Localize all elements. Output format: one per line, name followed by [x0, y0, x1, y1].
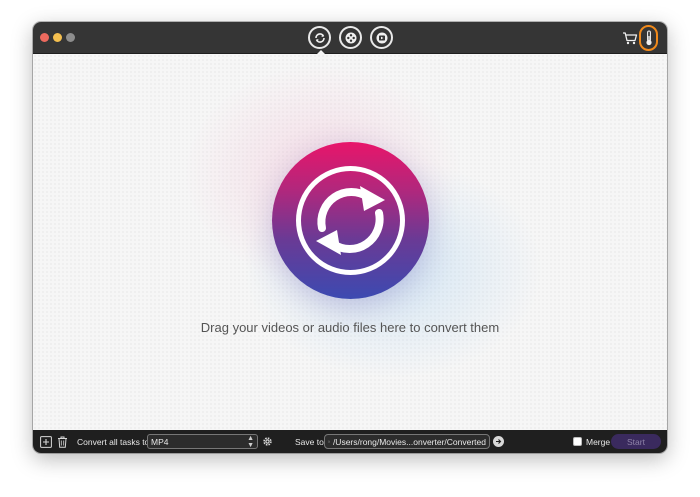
store-button[interactable] [622, 31, 638, 45]
output-format-select[interactable]: MP4 ▲ ▼ [147, 434, 258, 449]
tab-film-tools[interactable] [370, 26, 393, 49]
folder-icon [328, 440, 330, 443]
convert-icon [314, 32, 325, 43]
output-path-field[interactable]: /Users/rong/Movies...onverter/Converted [324, 434, 490, 449]
arrow-right-icon [496, 439, 502, 444]
merge-label: Merge [586, 436, 611, 447]
output-path-text: /Users/rong/Movies...onverter/Converted [332, 436, 486, 447]
trash-icon [58, 436, 67, 448]
convert-icon [316, 186, 385, 255]
stepper-arrows-icon: ▲ ▼ [247, 434, 254, 449]
add-file-button[interactable] [40, 430, 52, 453]
video-reel-icon [345, 32, 356, 43]
open-output-folder-button[interactable] [493, 436, 504, 447]
gear-icon [263, 437, 272, 446]
merge-checkbox[interactable] [573, 437, 582, 446]
bottom-toolbar: Convert all tasks to MP4 ▲ ▼ Save to /Use… [33, 430, 667, 453]
app-window: Drag your videos or audio files here to … [33, 22, 667, 453]
format-settings-button[interactable] [262, 430, 273, 453]
convert-all-label: Convert all tasks to [77, 436, 150, 447]
plus-icon [40, 435, 52, 448]
mode-tabs [308, 26, 393, 54]
zoom-window-button[interactable] [66, 33, 75, 42]
save-to-label: Save to [295, 436, 324, 447]
close-window-button[interactable] [40, 33, 49, 42]
delete-button[interactable] [57, 430, 68, 453]
toolbox-button[interactable] [639, 25, 658, 51]
format-value: MP4 [151, 436, 169, 447]
thermometer-icon [645, 30, 652, 46]
title-bar [33, 22, 667, 54]
drop-hint-text: Drag your videos or audio files here to … [200, 320, 500, 335]
start-button[interactable]: Start [611, 434, 661, 449]
merge-option[interactable]: Merge [573, 430, 610, 453]
add-files-button[interactable] [272, 142, 429, 299]
cart-icon [623, 32, 638, 45]
drop-zone[interactable]: Drag your videos or audio files here to … [33, 54, 667, 430]
film-reel-icon [376, 32, 387, 43]
minimize-window-button[interactable] [53, 33, 62, 42]
tab-video-tools[interactable] [339, 26, 362, 49]
tab-convert[interactable] [308, 26, 331, 54]
